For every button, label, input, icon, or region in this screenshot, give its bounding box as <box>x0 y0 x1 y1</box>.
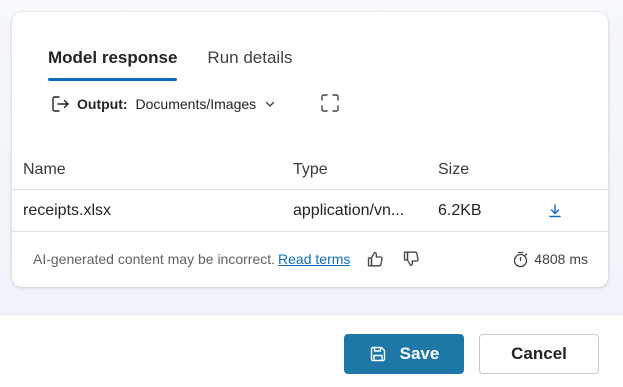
table-header: Name Type Size <box>12 150 608 190</box>
read-terms-link[interactable]: Read terms <box>278 251 350 267</box>
timer-icon <box>514 251 528 267</box>
download-icon[interactable] <box>547 203 563 219</box>
save-icon <box>370 346 385 362</box>
table-row: receipts.xlsx application/vn... 6.2KB <box>12 190 608 232</box>
save-button[interactable]: Save <box>344 334 464 374</box>
tab-run-details[interactable]: Run details <box>207 48 292 68</box>
output-dropdown-value: Documents/Images <box>135 96 257 112</box>
column-header-name: Name <box>23 160 66 178</box>
response-footer: AI-generated content may be incorrect. R… <box>33 248 598 270</box>
expand-icon[interactable] <box>320 93 340 113</box>
file-size: 6.2KB <box>438 201 482 219</box>
response-timing: 4808 ms <box>512 251 588 268</box>
duration-value: 4808 ms <box>534 251 588 267</box>
output-dropdown[interactable]: Documents/Images <box>136 96 277 112</box>
thumbs-up-icon[interactable] <box>366 250 384 268</box>
chevron-down-icon <box>265 101 275 107</box>
export-icon <box>52 96 69 112</box>
column-header-size: Size <box>438 160 470 178</box>
tab-list: Model response Run details <box>48 48 292 81</box>
file-type: application/vn... <box>293 201 405 219</box>
output-files-table: Name Type Size receipts.xlsx application… <box>12 150 608 232</box>
response-card: Model response Run details Output: Docum… <box>12 12 608 287</box>
thumbs-down-icon[interactable] <box>402 250 420 268</box>
cancel-button-label: Cancel <box>511 344 567 363</box>
ai-disclaimer: AI-generated content may be incorrect. <box>33 251 276 267</box>
column-header-type: Type <box>293 160 328 178</box>
file-name: receipts.xlsx <box>23 201 112 219</box>
cancel-button[interactable]: Cancel <box>479 334 599 374</box>
save-button-label: Save <box>399 344 440 363</box>
footer-divider <box>0 314 623 315</box>
tab-model-response[interactable]: Model response <box>48 48 178 81</box>
output-label: Output: <box>77 96 128 112</box>
output-selector-row: Output: Documents/Images <box>50 93 276 115</box>
